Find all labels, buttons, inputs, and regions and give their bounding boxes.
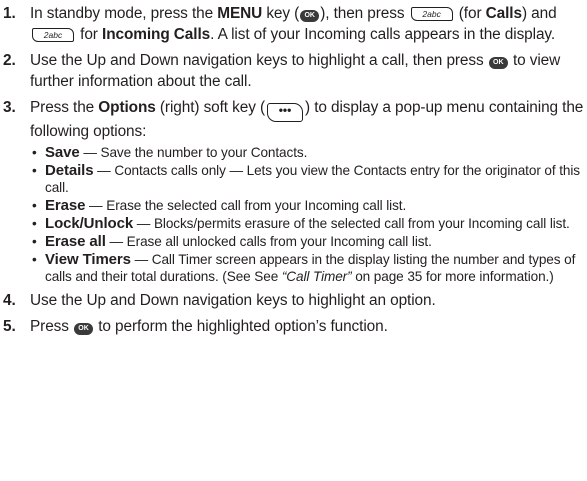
step-text: ) and [521, 5, 557, 22]
step-text: Press [30, 318, 74, 335]
bullet-icon: • [32, 215, 37, 231]
option-lock-unlock: • Lock/Unlock — Blocks/permits erasure of… [30, 215, 585, 232]
option-desc: on page 35 for more information.) [351, 268, 554, 284]
options-list: • Save — Save the number to your Contacts… [30, 144, 585, 285]
step-text: Press the [30, 99, 99, 116]
option-view-timers: • View Timers — Call Timer screen appears… [30, 251, 585, 285]
option-desc: — Contacts calls only — Lets you view th… [45, 162, 580, 195]
step-text: to perform the highlighted option’s func… [94, 318, 388, 335]
step-number: 2. [3, 52, 16, 69]
step-number: 3. [3, 99, 16, 116]
step-number: 1. [3, 5, 16, 22]
step-number: 5. [3, 318, 16, 335]
ok-key-icon: OK [74, 323, 94, 335]
key-2abc-icon: 2abc [410, 7, 453, 21]
option-erase-all: • Erase all — Erase all unlocked calls fr… [30, 233, 585, 250]
bullet-icon: • [32, 233, 37, 249]
step-text: In standby mode, press the [30, 5, 218, 22]
option-desc: — Blocks/permits erasure of the selected… [133, 215, 570, 231]
step-text: Use the Up and Down navigation keys to h… [30, 291, 436, 309]
step-text: Use the Up and Down navigation keys to h… [30, 52, 488, 69]
options-label: Options [98, 99, 156, 116]
key-2abc-icon: 2abc [32, 27, 74, 42]
calls-label: Calls [485, 5, 522, 22]
option-term: Erase [45, 196, 86, 214]
step-text: key ( [262, 5, 300, 22]
bullet-icon: • [32, 251, 37, 267]
step-text: (right) soft key ( [155, 99, 266, 116]
step-3: 3. Press the Options (right) soft key (•… [2, 98, 585, 285]
step-1: 1. In standby mode, press the MENU key (… [2, 4, 585, 45]
call-timer-reference-link: “Call Timer” [281, 268, 352, 284]
option-desc: — Save the number to your Contacts. [79, 144, 308, 160]
step-text: . A list of your Incoming calls appears … [210, 25, 556, 43]
step-text: for [76, 25, 103, 43]
option-desc: — Erase the selected call from your Inco… [85, 197, 407, 213]
bullet-icon: • [32, 197, 37, 213]
steps-list: 1. In standby mode, press the MENU key (… [2, 4, 585, 338]
ok-key-icon: OK [300, 10, 320, 22]
menu-key-label: MENU [217, 5, 263, 22]
option-term: View Timers [45, 250, 131, 268]
bullet-icon: • [32, 162, 37, 178]
bullet-icon: • [32, 144, 37, 160]
step-text: ), then press [320, 5, 409, 22]
instruction-document: 1. In standby mode, press the MENU key (… [2, 0, 585, 344]
incoming-calls-label: Incoming Calls [102, 25, 211, 43]
option-term: Erase all [45, 232, 106, 250]
option-term: Details [45, 161, 94, 179]
options-softkey-icon: ••• [267, 103, 304, 122]
option-desc: — Erase all unlocked calls from your Inc… [105, 233, 432, 249]
option-erase: • Erase — Erase the selected call from yo… [30, 197, 585, 214]
step-4: 4. Use the Up and Down navigation keys t… [2, 291, 585, 312]
step-number: 4. [3, 291, 16, 309]
option-details: • Details — Contacts calls only — Lets yo… [30, 162, 585, 196]
option-term: Save [45, 143, 80, 161]
step-5: 5. Press OK to perform the highlighted o… [2, 317, 585, 338]
ok-key-icon: OK [488, 57, 508, 69]
step-2: 2. Use the Up and Down navigation keys t… [2, 51, 585, 92]
option-save: • Save — Save the number to your Contacts… [30, 144, 585, 161]
step-text: (for [454, 5, 486, 22]
option-term: Lock/Unlock [45, 214, 134, 232]
